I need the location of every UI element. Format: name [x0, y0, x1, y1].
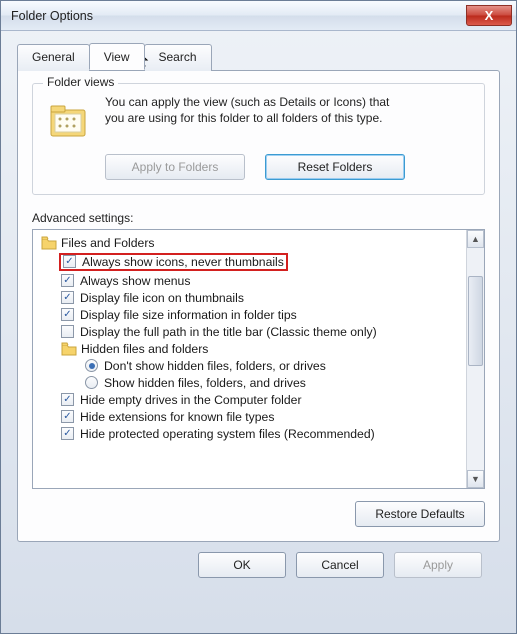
option-always-show-icons[interactable]: ✓ Always show icons, never thumbnails: [35, 251, 464, 272]
ok-button[interactable]: OK: [198, 552, 286, 578]
group-files-and-folders: Files and Folders: [35, 234, 464, 251]
folder-views-group: Folder views You can apply the view (suc…: [32, 83, 485, 195]
option-display-file-size-tips-label: Display file size information in folder …: [80, 308, 297, 322]
dialog-buttons: OK Cancel Apply: [17, 542, 500, 578]
group-hidden-files-label: Hidden files and folders: [81, 342, 208, 356]
tab-search[interactable]: Search: [144, 44, 212, 71]
folder-views-legend: Folder views: [43, 75, 118, 89]
group-files-and-folders-label: Files and Folders: [61, 236, 154, 250]
tab-general-label: General: [32, 50, 75, 64]
folder-icon: [61, 342, 77, 356]
scroll-down-button[interactable]: ▼: [467, 470, 484, 488]
tab-search-label: Search: [159, 50, 197, 64]
reset-folders-label: Reset Folders: [298, 160, 373, 174]
scroll-track[interactable]: [467, 248, 484, 470]
checkbox-icon[interactable]: ✓: [61, 308, 74, 321]
titlebar[interactable]: Folder Options X: [1, 1, 516, 31]
ok-label: OK: [233, 558, 250, 572]
advanced-settings-listbox[interactable]: Files and Folders ✓ Always show icons, n…: [32, 229, 485, 489]
tab-general[interactable]: General: [17, 44, 90, 71]
option-display-file-icon-thumbnails-label: Display file icon on thumbnails: [80, 291, 244, 305]
folder-views-text-line2: you are using for this folder to all fol…: [105, 111, 382, 125]
cancel-label: Cancel: [321, 558, 358, 572]
restore-defaults-button[interactable]: Restore Defaults: [355, 501, 485, 527]
advanced-settings-label: Advanced settings:: [32, 211, 485, 225]
radio-icon[interactable]: [85, 359, 98, 372]
option-full-path-titlebar-label: Display the full path in the title bar (…: [80, 325, 377, 339]
folder-options-window: Folder Options X General View Search Fol…: [0, 0, 517, 634]
scroll-up-button[interactable]: ▲: [467, 230, 484, 248]
option-hide-extensions-label: Hide extensions for known file types: [80, 410, 274, 424]
folder-views-text-line1: You can apply the view (such as Details …: [105, 95, 389, 109]
option-always-show-menus-label: Always show menus: [80, 274, 190, 288]
option-full-path-titlebar[interactable]: Display the full path in the title bar (…: [35, 323, 464, 340]
option-show-hidden[interactable]: Show hidden files, folders, and drives: [35, 374, 464, 391]
reset-folders-button[interactable]: Reset Folders: [265, 154, 405, 180]
option-always-show-menus[interactable]: ✓ Always show menus: [35, 272, 464, 289]
scroll-thumb[interactable]: [468, 276, 483, 366]
advanced-settings-content: Files and Folders ✓ Always show icons, n…: [33, 230, 466, 488]
tab-panel-view: Folder views You can apply the view (suc…: [17, 70, 500, 542]
scrollbar[interactable]: ▲ ▼: [466, 230, 484, 488]
checkbox-icon[interactable]: [61, 325, 74, 338]
checkbox-icon[interactable]: ✓: [61, 410, 74, 423]
group-hidden-files: Hidden files and folders: [35, 340, 464, 357]
apply-to-folders-label: Apply to Folders: [132, 160, 219, 174]
option-hide-extensions[interactable]: ✓ Hide extensions for known file types: [35, 408, 464, 425]
option-hide-empty-drives[interactable]: ✓ Hide empty drives in the Computer fold…: [35, 391, 464, 408]
checkbox-icon[interactable]: ✓: [63, 255, 76, 268]
folder-views-text: You can apply the view (such as Details …: [105, 94, 389, 144]
restore-defaults-label: Restore Defaults: [375, 507, 464, 521]
cancel-button[interactable]: Cancel: [296, 552, 384, 578]
tab-strip: General View Search: [17, 43, 500, 70]
option-hide-protected-os-files[interactable]: ✓ Hide protected operating system files …: [35, 425, 464, 442]
option-display-file-size-tips[interactable]: ✓ Display file size information in folde…: [35, 306, 464, 323]
checkbox-icon[interactable]: ✓: [61, 393, 74, 406]
apply-button: Apply: [394, 552, 482, 578]
option-hide-empty-drives-label: Hide empty drives in the Computer folder: [80, 393, 302, 407]
folder-views-icon: [45, 96, 93, 144]
radio-icon[interactable]: [85, 376, 98, 389]
option-show-hidden-label: Show hidden files, folders, and drives: [104, 376, 306, 390]
highlight-box: ✓ Always show icons, never thumbnails: [59, 253, 288, 271]
checkbox-icon[interactable]: ✓: [61, 274, 74, 287]
checkbox-icon[interactable]: ✓: [61, 427, 74, 440]
checkbox-icon[interactable]: ✓: [61, 291, 74, 304]
folder-icon: [41, 236, 57, 250]
close-icon: X: [485, 8, 494, 23]
option-dont-show-hidden[interactable]: Don't show hidden files, folders, or dri…: [35, 357, 464, 374]
close-button[interactable]: X: [466, 5, 512, 26]
option-dont-show-hidden-label: Don't show hidden files, folders, or dri…: [104, 359, 326, 373]
apply-label: Apply: [423, 558, 453, 572]
tab-view-label: View: [104, 50, 130, 64]
content-area: General View Search Folder views: [1, 31, 516, 588]
apply-to-folders-button: Apply to Folders: [105, 154, 245, 180]
option-display-file-icon-thumbnails[interactable]: ✓ Display file icon on thumbnails: [35, 289, 464, 306]
option-hide-protected-os-files-label: Hide protected operating system files (R…: [80, 427, 375, 441]
tab-view[interactable]: View: [89, 43, 145, 70]
window-title: Folder Options: [11, 9, 466, 23]
option-always-show-icons-label: Always show icons, never thumbnails: [82, 255, 284, 269]
